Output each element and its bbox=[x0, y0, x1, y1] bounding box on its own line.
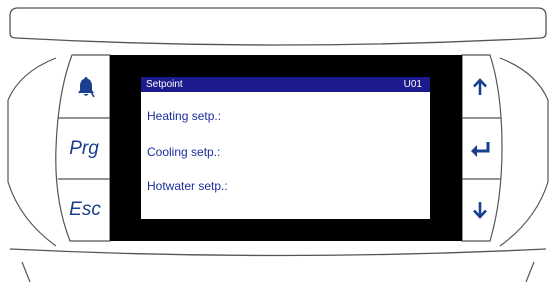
screen-title: Setpoint bbox=[146, 79, 183, 90]
menu-item-cooling-setpoint[interactable]: Cooling setp.: bbox=[147, 145, 220, 159]
enter-icon bbox=[471, 141, 490, 157]
prg-label: Prg bbox=[69, 137, 99, 159]
alarm-button[interactable] bbox=[62, 55, 110, 118]
lcd-screen: Setpoint U01 Heating setp.: Cooling setp… bbox=[141, 77, 430, 219]
menu-item-hotwater-setpoint[interactable]: Hotwater setp.: bbox=[147, 179, 228, 193]
down-button[interactable] bbox=[462, 179, 498, 241]
lcd-title-bar: Setpoint U01 bbox=[141, 77, 430, 92]
esc-label: Esc bbox=[69, 199, 101, 220]
screen-code: U01 bbox=[403, 79, 422, 90]
up-button[interactable] bbox=[462, 55, 498, 118]
bell-icon bbox=[78, 76, 95, 97]
arrow-up-icon bbox=[473, 77, 487, 95]
enter-button[interactable] bbox=[462, 118, 498, 179]
lcd-bezel: Setpoint U01 Heating setp.: Cooling setp… bbox=[110, 55, 462, 241]
esc-button[interactable]: Esc bbox=[60, 179, 110, 241]
menu-item-heating-setpoint[interactable]: Heating setp.: bbox=[147, 109, 221, 123]
arrow-down-icon bbox=[473, 202, 487, 219]
prg-button[interactable]: Prg bbox=[58, 118, 110, 179]
